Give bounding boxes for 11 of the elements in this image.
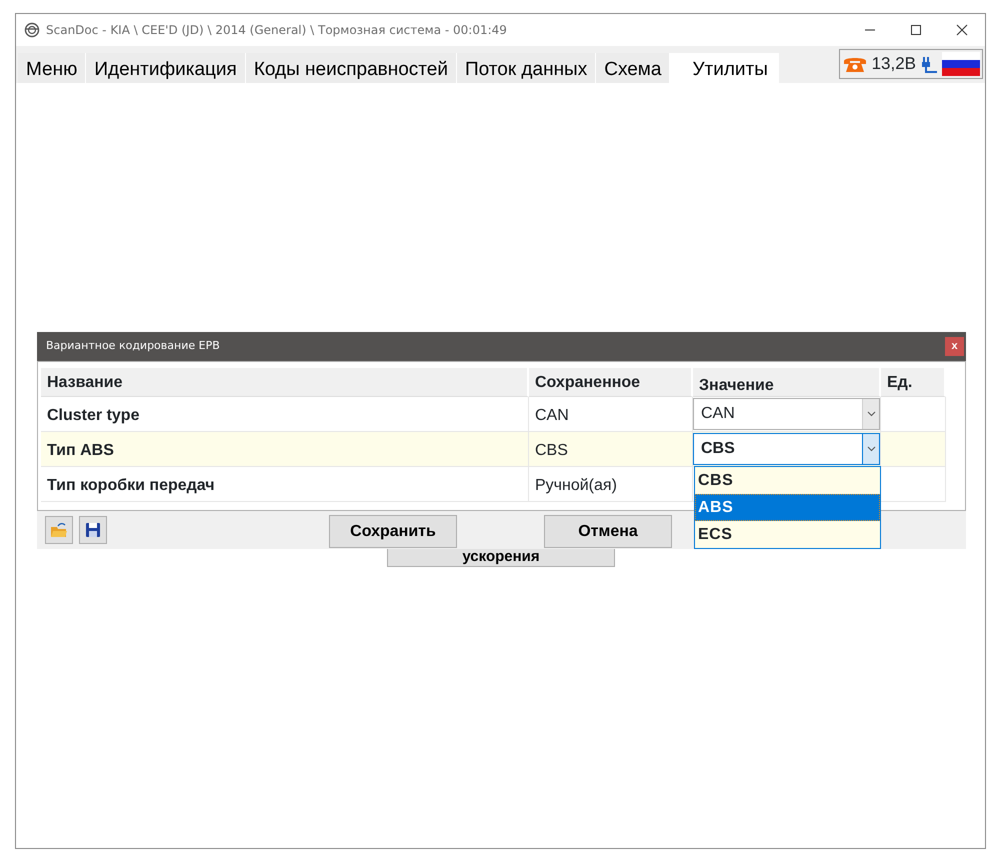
table-cell: Тип ABS: [41, 432, 529, 467]
table-cell: Тип коробки передач: [41, 467, 529, 502]
table-cell: CBS: [529, 432, 693, 467]
column-header: Значение: [693, 368, 881, 397]
column-header: Название: [41, 368, 529, 397]
column-header: Сохраненное: [529, 368, 693, 397]
dialog-title: Вариантное кодирование EPB: [46, 338, 220, 354]
window-title: ScanDoc - KIA \ CEE'D (JD) \ 2014 (General) \ Тормозная система - 00:01:49: [46, 22, 507, 39]
voltage-reading: 13,2В: [872, 53, 916, 76]
table-cell: Ручной(ая): [529, 467, 693, 502]
column-header: Ед.: [881, 368, 946, 397]
